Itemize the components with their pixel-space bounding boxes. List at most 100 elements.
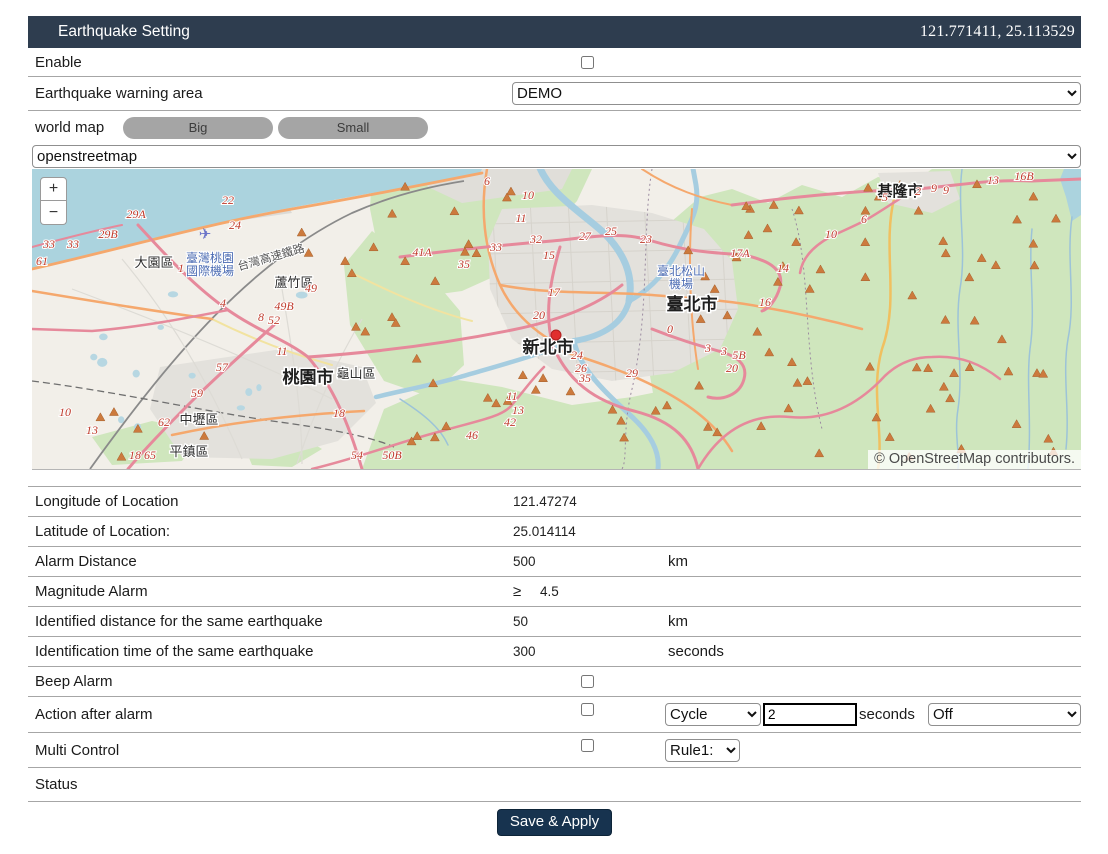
enable-row: Enable	[28, 48, 1081, 77]
map-road-number: 9	[931, 181, 937, 195]
identified-distance-unit: km	[668, 613, 688, 630]
action-mode-select[interactable]: Cycle	[665, 703, 761, 726]
map-place-label: 國際機場	[186, 263, 234, 278]
map-road-number: 16	[759, 295, 771, 309]
magnitude-alarm-row: Magnitude Alarm ≥ 4.5	[28, 577, 1081, 607]
map-road-number: 22	[222, 193, 234, 207]
map-road-number: 11	[276, 344, 287, 358]
map-zoom-in-button[interactable]: +	[40, 177, 67, 201]
map-place-label: 桃園市	[283, 367, 334, 387]
identification-time-row: Identification time of the same earthqua…	[28, 637, 1081, 667]
status-row: Status	[28, 768, 1081, 802]
page-title: Earthquake Setting	[58, 23, 190, 41]
latitude-row: Latitude of Location: 25.014114	[28, 517, 1081, 547]
map-road-number: 11	[515, 211, 526, 225]
map-road-number: 49	[305, 281, 317, 295]
map-road-number: 62	[158, 415, 170, 429]
save-apply-button[interactable]: Save & Apply	[497, 809, 612, 836]
longitude-value: 121.47274	[513, 494, 577, 509]
map-road-number: 20	[726, 361, 738, 375]
map-attribution: © OpenStreetMap contributors.	[868, 450, 1081, 469]
map-road-number: 33	[42, 237, 55, 251]
settings-table: Longitude of Location 121.47274 Latitude…	[28, 486, 1081, 802]
map-road-number: 18	[333, 406, 345, 420]
beep-alarm-checkbox[interactable]	[581, 675, 594, 688]
map-road-number: 11	[506, 389, 517, 403]
map-road-number: 15	[543, 248, 555, 262]
map-road-number: 61	[36, 254, 48, 268]
map-road-number: 50B	[382, 448, 402, 462]
location-marker-dot	[551, 330, 561, 340]
identification-time-unit: seconds	[668, 643, 724, 660]
earthquake-setting-page: Earthquake Setting 121.771411, 25.113529…	[28, 16, 1081, 846]
alarm-distance-label: Alarm Distance	[35, 553, 137, 570]
magnitude-value: 4.5	[540, 584, 559, 599]
map-road-number: 8	[258, 310, 264, 324]
identified-distance-label: Identified distance for the same earthqu…	[35, 613, 323, 630]
map-place-label: 平鎮區	[169, 444, 208, 459]
map-section: openstreetmap + − ✈基隆市臺北市新北市桃園市龜山區大園區蘆竹區…	[32, 144, 1081, 470]
map-road-number: 20	[533, 308, 545, 322]
map-zoom-out-button[interactable]: −	[40, 201, 67, 225]
latitude-value: 25.014114	[513, 524, 576, 539]
map-road-number: 32	[529, 232, 542, 246]
map-road-number: 24	[571, 348, 583, 362]
map-road-number: 14	[777, 261, 789, 275]
beep-alarm-row: Beep Alarm	[28, 667, 1081, 697]
device-coordinates: 121.771411, 25.113529	[920, 23, 1075, 41]
identification-time-label: Identification time of the same earthqua…	[35, 643, 314, 660]
map-road-number: 46	[466, 428, 478, 442]
map-canvas[interactable]: ✈基隆市臺北市新北市桃園市龜山區大園區蘆竹區中壢區平鎮區臺灣桃園國際機場臺北松山…	[32, 169, 1081, 469]
save-bar: Save & Apply	[28, 802, 1081, 846]
map-road-number: 6	[861, 212, 867, 226]
status-label: Status	[35, 776, 78, 793]
warning-area-row: Earthquake warning area DEMO	[28, 77, 1081, 111]
map-road-number: 25	[605, 224, 617, 238]
identified-distance-row: Identified distance for the same earthqu…	[28, 607, 1081, 637]
action-seconds-input[interactable]	[763, 703, 857, 726]
map-road-number: 0	[667, 322, 673, 336]
map-zoom-control: + −	[40, 177, 67, 225]
map-place-label: 臺北市	[667, 294, 718, 314]
map-big-button[interactable]: Big	[123, 117, 273, 139]
map-road-number: 59	[191, 386, 203, 400]
map-road-number: 29A	[126, 207, 146, 221]
alarm-distance-value: 500	[513, 554, 536, 569]
map-road-number: 10	[522, 188, 534, 202]
map-road-number: 13	[512, 403, 524, 417]
action-power-select[interactable]: Off	[928, 703, 1081, 726]
longitude-row: Longitude of Location 121.47274	[28, 487, 1081, 517]
magnitude-alarm-label: Magnitude Alarm	[35, 583, 148, 600]
map-road-number: 35	[457, 257, 470, 271]
alarm-distance-unit: km	[668, 553, 688, 570]
map-small-button[interactable]: Small	[278, 117, 428, 139]
map-road-number: 49B	[274, 299, 294, 313]
map-road-number: 10	[59, 405, 71, 419]
map-road-number: 3	[704, 341, 711, 355]
map-road-number: 9	[943, 183, 949, 197]
map-place-label: 龜山區	[336, 366, 375, 381]
identification-time-value: 300	[513, 644, 536, 659]
action-after-alarm-row: Action after alarm Cycle seconds Off	[28, 697, 1081, 733]
longitude-label: Longitude of Location	[35, 493, 178, 510]
multi-control-checkbox[interactable]	[581, 739, 594, 752]
multi-control-rule-select[interactable]: Rule1:	[665, 739, 740, 762]
action-after-alarm-checkbox[interactable]	[581, 703, 594, 716]
enable-checkbox[interactable]	[581, 56, 594, 69]
map-place-label: 臺灣桃園	[186, 250, 234, 265]
map-place-label: 臺北松山	[657, 263, 705, 278]
warning-area-select[interactable]: DEMO	[512, 82, 1081, 105]
magnitude-operator: ≥	[513, 583, 521, 600]
map-place-label: 大園區	[134, 255, 173, 270]
map-road-number: 5	[882, 190, 888, 204]
map-container[interactable]: + − ✈基隆市臺北市新北市桃園市龜山區大園區蘆竹區中壢區平鎮區臺灣桃園國際機場…	[32, 169, 1081, 470]
map-road-number: 29B	[98, 227, 118, 241]
map-road-number: 29	[626, 366, 638, 380]
airport-plane-icon: ✈	[199, 226, 212, 243]
map-place-label: 中壢區	[179, 412, 218, 427]
world-map-row: world map Big Small	[28, 111, 1081, 144]
map-road-number: 4	[220, 296, 226, 310]
identified-distance-value: 50	[513, 614, 528, 629]
map-source-select[interactable]: openstreetmap	[32, 145, 1081, 168]
map-road-number: 16B	[1014, 169, 1034, 183]
